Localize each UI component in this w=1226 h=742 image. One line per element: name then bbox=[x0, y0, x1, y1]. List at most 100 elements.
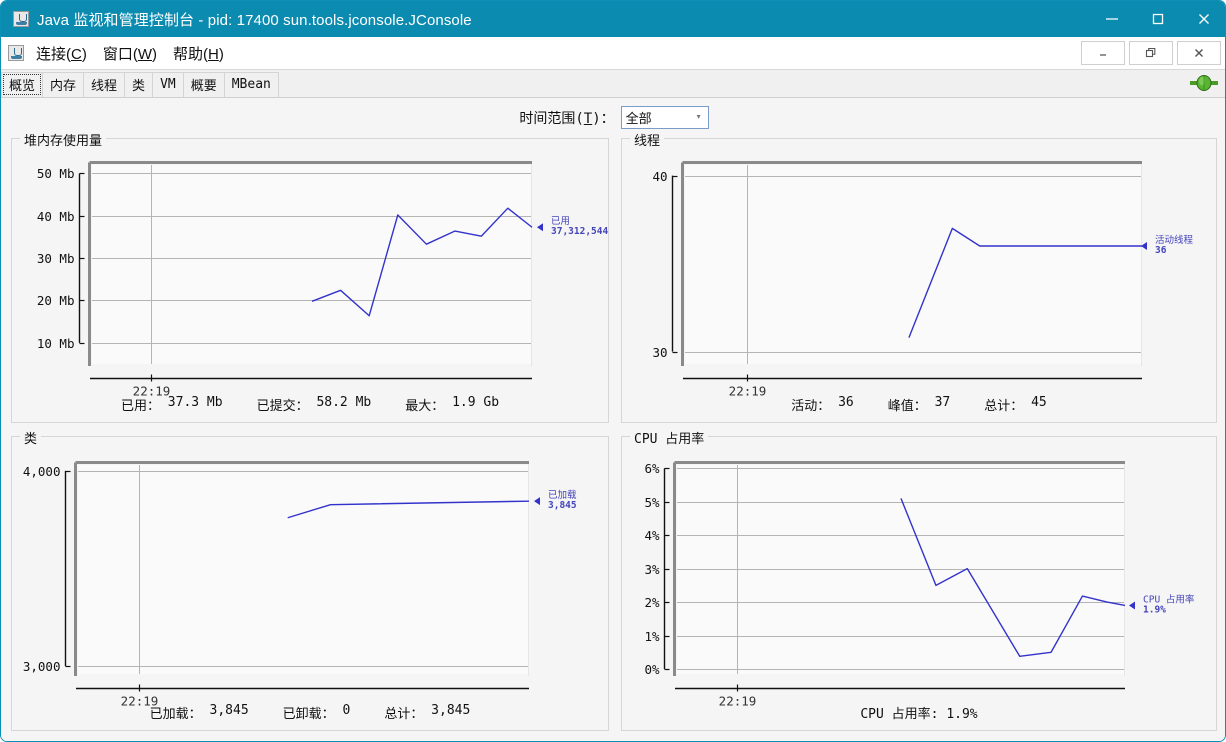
y-axis-tick-label: 50 Mb bbox=[37, 166, 75, 181]
threads-panel: 线程 30 40 22:19 活动线程 36 活动： 36 峰值： 37 总计： 45 bbox=[621, 130, 1218, 424]
tab-vm-summary[interactable]: 概要 bbox=[182, 72, 225, 97]
classes-loaded-label: 已加载： bbox=[149, 707, 202, 722]
java-coffee-cup-icon bbox=[13, 11, 29, 27]
time-range-row: 时间范围(T)： 全部 ▾ bbox=[1, 106, 1225, 129]
heap-max-value: 1.9 Gb bbox=[452, 395, 500, 410]
tab-overview-label: 概览 bbox=[9, 79, 36, 94]
tab-memory-label: 内存 bbox=[50, 79, 77, 94]
tab-threads[interactable]: 线程 bbox=[83, 72, 126, 97]
y-axis-tick-label: 2% bbox=[644, 595, 660, 610]
java-coffee-cup-icon-small bbox=[8, 45, 24, 61]
legend-series-value: 3,845 bbox=[548, 500, 577, 511]
tab-mbean[interactable]: MBean bbox=[223, 72, 279, 97]
threads-peak-label: 峰值： bbox=[887, 399, 927, 414]
title-bar: Java 监视和管理控制台 - pid: 17400 sun.tools.jco… bbox=[1, 1, 1225, 37]
cpu-usage-footer: CPU 占用率: 1.9% bbox=[622, 703, 1216, 722]
y-axis-tick-label: 1% bbox=[644, 629, 660, 644]
heap-memory-chart[interactable]: 10 Mb20 Mb30 Mb40 Mb50 Mb22:19已用37,312,5… bbox=[12, 139, 610, 424]
y-axis-tick-label: 3% bbox=[644, 562, 660, 577]
tab-bar: 概览 内存 线程 类 VM 概要 MBean bbox=[1, 70, 1225, 98]
y-axis-tick-label: 40 bbox=[652, 169, 667, 184]
threads-footer: 活动： 36 峰值： 37 总计： 45 bbox=[622, 395, 1216, 414]
threads-total-value: 45 bbox=[1031, 395, 1047, 410]
internal-minimize-button[interactable] bbox=[1081, 41, 1125, 65]
jconsole-window: Java 监视和管理控制台 - pid: 17400 sun.tools.jco… bbox=[0, 0, 1226, 742]
overview-content: 时间范围(T)： 全部 ▾ 堆内存使用量 10 Mb 20 Mb 30 Mb 40 M… bbox=[1, 98, 1225, 741]
menu-item-help-mnemonic: H bbox=[208, 45, 219, 63]
classes-total-label: 总计： bbox=[384, 707, 424, 722]
threads-chart[interactable]: 304022:19活动线程36 bbox=[622, 139, 1218, 424]
menu-item-connection[interactable]: 连接(C) bbox=[30, 41, 93, 66]
menu-item-help[interactable]: 帮助(H) bbox=[167, 41, 230, 66]
tab-vm[interactable]: VM bbox=[152, 72, 184, 97]
minimize-icon bbox=[1100, 54, 1106, 56]
heap-memory-footer: 已用： 37.3 Mb 已提交： 58.2 Mb 最大： 1.9 Gb bbox=[12, 395, 608, 414]
time-range-label-tail: )： bbox=[592, 110, 615, 127]
tab-vm-label: VM bbox=[160, 77, 176, 92]
internal-close-button[interactable] bbox=[1177, 41, 1221, 65]
green-plug-connected-icon[interactable] bbox=[1189, 73, 1219, 93]
y-axis-tick-label: 6% bbox=[644, 461, 660, 476]
legend-series-value: 37,312,544 bbox=[551, 226, 608, 237]
time-range-select[interactable]: 全部 ▾ bbox=[620, 106, 709, 129]
threads-live-label: 活动： bbox=[791, 399, 831, 414]
window-controls bbox=[1089, 1, 1225, 37]
menu-item-help-tail: ) bbox=[218, 45, 224, 63]
y-axis-tick-label: 5% bbox=[644, 495, 660, 510]
tab-threads-label: 线程 bbox=[91, 79, 118, 94]
heap-committed-label: 已提交： bbox=[256, 399, 309, 414]
y-axis-tick-label: 0% bbox=[644, 662, 660, 677]
tab-mbean-label: MBean bbox=[231, 77, 271, 92]
window-close-button[interactable] bbox=[1181, 1, 1225, 37]
time-range-label: 时间范围(T)： bbox=[519, 108, 614, 128]
menu-item-connection-text: 连接( bbox=[36, 45, 71, 63]
tab-memory[interactable]: 内存 bbox=[42, 72, 85, 97]
y-axis-tick-label: 30 Mb bbox=[37, 251, 75, 266]
time-range-label-text: 时间范围( bbox=[519, 110, 584, 127]
heap-memory-panel: 堆内存使用量 10 Mb 20 Mb 30 Mb 40 Mb 50 Mb 22:19 已用 3… bbox=[11, 130, 610, 424]
menu-item-connection-mnemonic: C bbox=[71, 45, 82, 63]
cpu-usage-panel: CPU 占用率 0% 1% 2% 3% 4% 5% 6% 22:19 CPU 占用率 1.9% C… bbox=[621, 428, 1218, 732]
heap-max-label: 最大： bbox=[405, 399, 445, 414]
classes-footer: 已加载： 3,845 已卸载： 0 总计： 3,845 bbox=[12, 703, 608, 722]
tab-classes-label: 类 bbox=[132, 79, 146, 94]
menu-bar: 连接(C) 窗口(W) 帮助(H) bbox=[1, 37, 1225, 70]
tab-vm-summary-label: 概要 bbox=[190, 79, 217, 94]
time-range-label-mnemonic: T bbox=[583, 110, 593, 127]
heap-committed-value: 58.2 Mb bbox=[316, 395, 372, 410]
internal-restore-button[interactable] bbox=[1129, 41, 1173, 65]
minimize-icon bbox=[1106, 18, 1118, 20]
y-axis-tick-label: 30 bbox=[652, 345, 667, 360]
classes-chart[interactable]: 3,0004,00022:19已加载3,845 bbox=[12, 437, 610, 732]
internal-frame-controls bbox=[1081, 41, 1221, 65]
close-icon bbox=[1199, 14, 1209, 24]
tab-overview[interactable]: 概览 bbox=[1, 72, 44, 97]
y-axis-tick-label: 3,000 bbox=[23, 659, 61, 674]
chevron-down-icon: ▾ bbox=[695, 110, 702, 122]
classes-loaded-value: 3,845 bbox=[209, 703, 249, 718]
menu-item-window-text: 窗口( bbox=[102, 45, 138, 63]
window-minimize-button[interactable] bbox=[1089, 1, 1135, 37]
classes-panel: 类 3,000 4,000 22:19 已加载 3,845 已加载： 3,845 已卸载… bbox=[11, 428, 610, 732]
y-axis-tick-label: 4% bbox=[644, 528, 660, 543]
window-title: Java 监视和管理控制台 - pid: 17400 sun.tools.jco… bbox=[37, 11, 472, 29]
restore-icon bbox=[1145, 47, 1156, 58]
maximize-icon bbox=[1152, 13, 1164, 25]
time-range-selected-value: 全部 bbox=[625, 112, 652, 127]
y-axis-tick-label: 40 Mb bbox=[37, 209, 75, 224]
menu-item-connection-tail: ) bbox=[81, 45, 87, 63]
menu-item-window-mnemonic: W bbox=[137, 45, 153, 63]
window-maximize-button[interactable] bbox=[1135, 1, 1181, 37]
cpu-usage-chart[interactable]: 0%1%2%3%4%5%6%22:19CPU 占用率1.9% bbox=[622, 437, 1218, 732]
legend-series-value: 36 bbox=[1155, 245, 1167, 256]
menu-item-window[interactable]: 窗口(W) bbox=[97, 41, 163, 66]
tab-classes[interactable]: 类 bbox=[124, 72, 154, 97]
y-axis-tick-label: 20 Mb bbox=[37, 293, 75, 308]
close-icon bbox=[1195, 49, 1203, 57]
threads-live-value: 36 bbox=[838, 395, 854, 410]
classes-unloaded-value: 0 bbox=[342, 703, 351, 718]
legend-pointer-icon bbox=[537, 223, 543, 232]
threads-total-label: 总计： bbox=[984, 399, 1024, 414]
cpu-usage-status: CPU 占用率: 1.9% bbox=[860, 707, 978, 722]
menu-item-help-text: 帮助( bbox=[173, 45, 209, 63]
